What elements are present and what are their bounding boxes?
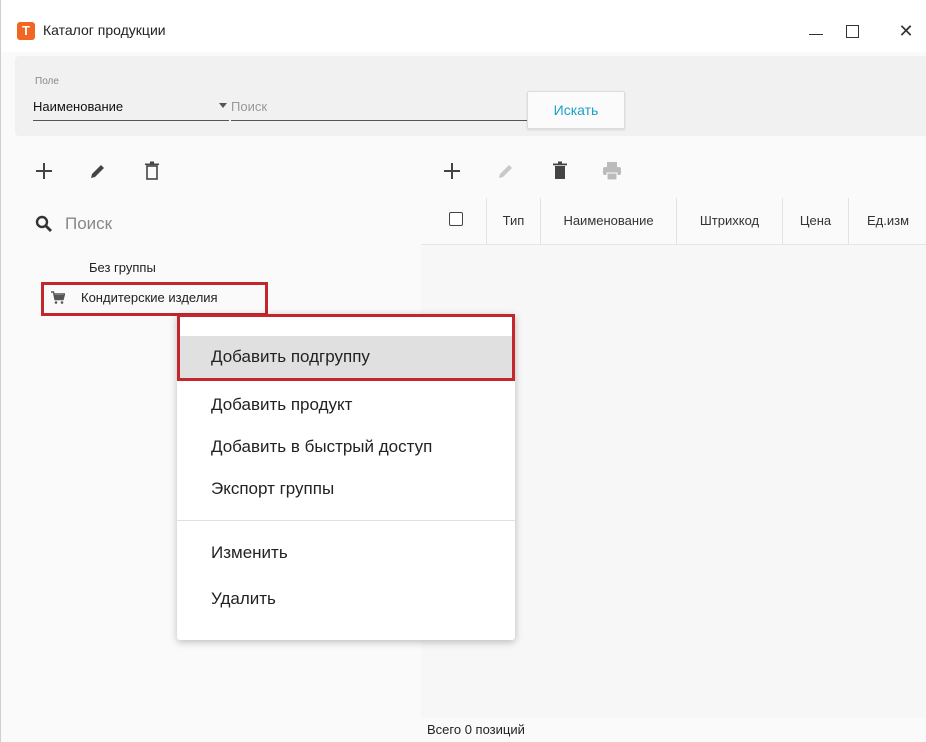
table-header: Тип Наименование Штрихкод Цена Ед.изм [421,198,926,245]
column-barcode[interactable]: Штрихкод [677,198,783,244]
search-panel: Поле Наименование Поиск Искать [15,56,926,136]
column-name[interactable]: Наименование [541,198,677,244]
field-select[interactable]: Наименование [33,94,229,121]
close-button[interactable]: ✕ [883,14,926,48]
menu-item-add-product[interactable]: Добавить продукт [177,384,515,426]
window-title: Каталог продукции [43,22,166,38]
title-bar: T Каталог продукции ✕ [1,0,926,52]
tree-search-placeholder: Поиск [65,214,113,233]
highlight-frame-menu-item [177,314,515,381]
tree-item-no-group[interactable]: Без группы [89,260,156,275]
close-icon: ✕ [898,20,914,41]
column-type[interactable]: Тип [487,198,541,244]
search-button[interactable]: Искать [527,91,625,129]
add-icon[interactable] [441,160,463,182]
highlight-frame-tree-item [41,282,268,316]
maximize-icon [845,24,859,38]
delete-icon[interactable] [549,160,571,182]
edit-icon[interactable] [87,160,109,182]
menu-item-delete[interactable]: Удалить [177,578,515,620]
field-caption: Поле [35,76,59,87]
catalog-window: T Каталог продукции ✕ Поле Наименование … [0,0,926,742]
column-price[interactable]: Цена [783,198,849,244]
menu-item-edit[interactable]: Изменить [177,532,515,574]
field-select-value: Наименование [33,99,124,114]
minimize-icon [809,33,823,35]
app-logo-icon: T [17,22,35,40]
column-unit[interactable]: Ед.изм [849,198,926,244]
select-all-checkbox[interactable] [449,212,463,226]
print-icon[interactable] [601,160,623,182]
menu-item-add-quick-access[interactable]: Добавить в быстрый доступ [177,426,515,468]
delete-icon[interactable] [141,160,163,182]
select-all-column [421,198,487,244]
add-icon[interactable] [33,160,55,182]
maximize-button[interactable] [829,14,875,48]
total-count: Всего 0 позиций [427,722,525,737]
chevron-down-icon [219,103,227,108]
menu-divider [177,520,515,521]
search-input[interactable]: Поиск [231,94,531,121]
edit-icon[interactable] [495,160,517,182]
search-icon [35,215,52,232]
menu-item-export-group[interactable]: Экспорт группы [177,468,515,510]
